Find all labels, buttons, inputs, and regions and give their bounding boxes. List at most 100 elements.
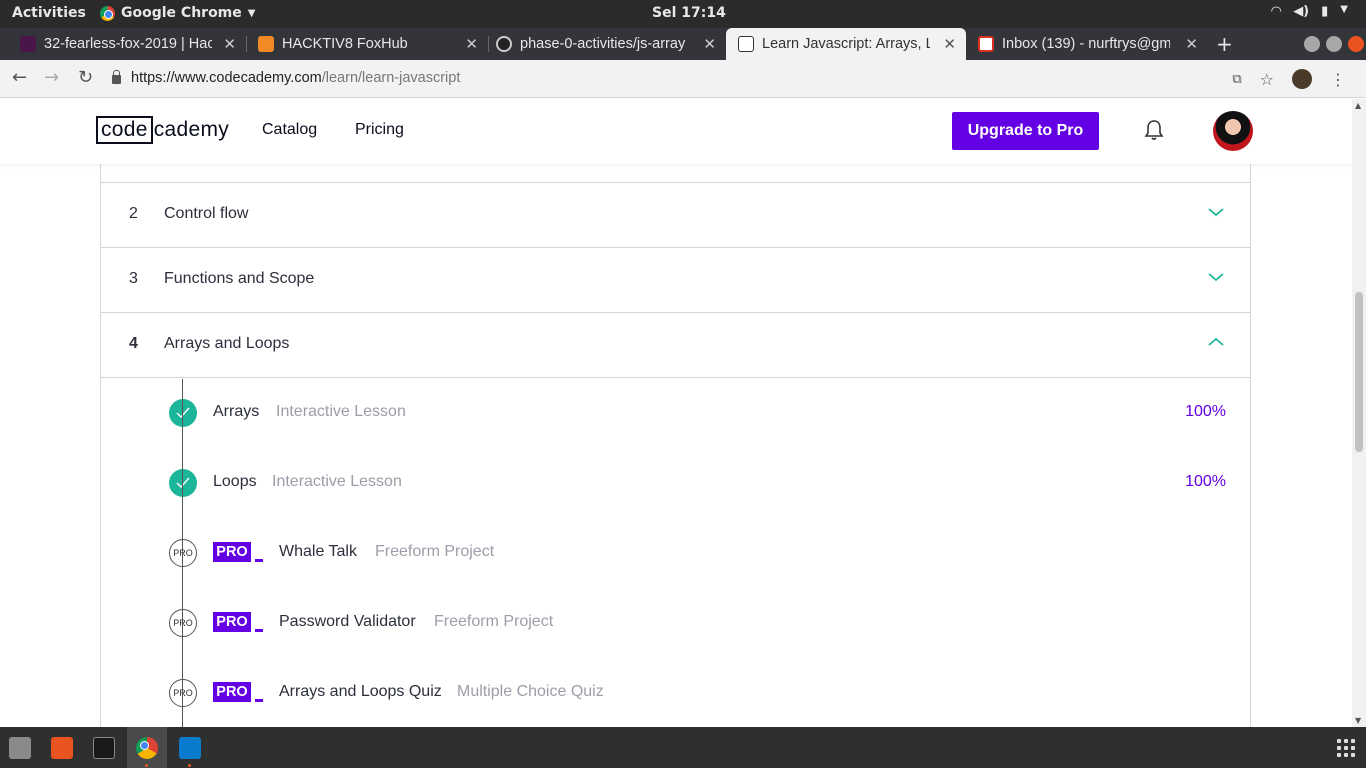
lock-icon: [112, 69, 121, 84]
maximize-button[interactable]: [1326, 36, 1342, 52]
lesson-arrays-loops-quiz[interactable]: PRO PRO Arrays and Loops Quiz Multiple C…: [101, 673, 1250, 713]
lesson-title: Arrays and Loops Quiz: [279, 683, 442, 700]
page-scrollbar[interactable]: ▲ ▼: [1352, 99, 1366, 727]
dock-software[interactable]: [42, 727, 82, 768]
close-icon[interactable]: ✕: [943, 35, 956, 53]
module-functions-and-scope[interactable]: 3 Functions and Scope: [101, 248, 1250, 313]
tab-title: phase-0-activities/js-array: [520, 36, 686, 52]
lesson-password-validator[interactable]: PRO PRO Password Validator Freeform Proj…: [101, 603, 1250, 643]
menu-icon[interactable]: ⋮: [1330, 70, 1346, 89]
vscode-icon: [179, 736, 201, 759]
app-name: Google Chrome: [121, 5, 242, 21]
user-avatar[interactable]: [1213, 111, 1253, 151]
lesson-whale-talk[interactable]: PRO PRO Whale Talk Freeform Project: [101, 533, 1250, 573]
close-icon[interactable]: ✕: [703, 35, 716, 53]
lesson-progress: 100%: [1185, 473, 1226, 490]
app-menu[interactable]: Google Chrome ▼: [100, 5, 255, 21]
check-icon: [169, 469, 197, 497]
module-title: Control flow: [164, 205, 249, 222]
fox-icon: [258, 36, 274, 52]
minimize-button[interactable]: [1304, 36, 1320, 52]
module-control-flow[interactable]: 2 Control flow: [101, 183, 1250, 248]
pro-badge: PRO: [213, 612, 263, 634]
pro-lock-icon: PRO: [169, 609, 197, 637]
dock-files[interactable]: [0, 727, 40, 768]
dock-vscode[interactable]: [170, 727, 210, 768]
chevron-up-icon[interactable]: [1208, 337, 1224, 347]
software-center-icon: [51, 736, 73, 759]
scrollbar-thumb[interactable]: [1355, 292, 1363, 452]
lesson-type: Interactive Lesson: [276, 403, 406, 420]
lesson-type: Freeform Project: [375, 543, 495, 560]
lesson-title: Arrays: [213, 403, 260, 420]
battery-icon: ▮: [1321, 4, 1329, 19]
chrome-icon: [100, 5, 115, 21]
page-viewport: code cademy Catalog Pricing Upgrade to Pr…: [0, 99, 1352, 727]
chevron-down-icon[interactable]: [1208, 272, 1224, 282]
codecademy-logo[interactable]: code cademy: [96, 116, 229, 144]
system-tray[interactable]: ◠ ◀) ▮ ▼: [1271, 4, 1348, 19]
module-title: Functions and Scope: [164, 270, 315, 287]
chevron-down-icon: ▼: [247, 7, 256, 19]
pro-badge: PRO: [213, 682, 263, 704]
files-icon: [9, 736, 31, 759]
dock-terminal[interactable]: [84, 727, 124, 768]
terminal-icon: [93, 736, 115, 759]
translate-icon[interactable]: ⧉: [1232, 72, 1241, 87]
reload-button[interactable]: ↻: [78, 67, 93, 88]
lesson-type: Multiple Choice Quiz: [457, 683, 604, 700]
site-header: code cademy Catalog Pricing Upgrade to Pr…: [0, 99, 1352, 164]
close-window-button[interactable]: [1348, 36, 1364, 52]
lesson-progress: 100%: [1185, 403, 1226, 420]
tab-foxhub[interactable]: HACKTIV8 FoxHub ✕: [238, 28, 488, 60]
close-icon[interactable]: ✕: [223, 35, 236, 53]
syllabus: 2 Control flow 3 Functions and Scope 4 A…: [100, 164, 1251, 727]
star-icon[interactable]: ☆: [1260, 70, 1274, 89]
codecademy-icon: [738, 36, 754, 52]
github-icon: [496, 36, 512, 52]
tab-title: Inbox (139) - nurftrys@gm: [1002, 36, 1170, 52]
url-field[interactable]: https://www.codecademy.com/learn/learn-j…: [112, 69, 461, 86]
tab-slack[interactable]: 32-fearless-fox-2019 | Hac ✕: [0, 28, 246, 60]
scroll-up-icon[interactable]: ▲: [1355, 101, 1361, 110]
nav-catalog[interactable]: Catalog: [262, 121, 317, 139]
dock-chrome[interactable]: [127, 727, 167, 768]
address-bar: ← → ↻ https://www.codecademy.com/learn/l…: [0, 60, 1366, 98]
chevron-down-icon: ▼: [1340, 4, 1348, 15]
clock[interactable]: Sel 17:14: [652, 5, 726, 21]
window-controls: [1304, 36, 1364, 52]
tab-strip: 32-fearless-fox-2019 | Hac ✕ HACKTIV8 Fo…: [0, 28, 1366, 60]
dock: [0, 727, 1366, 768]
tab-github[interactable]: phase-0-activities/js-array ✕: [476, 28, 726, 60]
url-path: /learn/learn-javascript: [321, 70, 461, 86]
volume-icon: ◀): [1293, 4, 1310, 19]
tab-title: HACKTIV8 FoxHub: [282, 36, 408, 52]
module-previous: [101, 164, 1250, 183]
forward-button[interactable]: →: [44, 67, 59, 88]
lesson-arrays[interactable]: Arrays Interactive Lesson 100%: [101, 393, 1250, 433]
scroll-down-icon[interactable]: ▼: [1355, 716, 1361, 725]
lesson-loops[interactable]: Loops Interactive Lesson 100%: [101, 463, 1250, 503]
lesson-type: Interactive Lesson: [272, 473, 402, 490]
lesson-title: Loops: [213, 473, 257, 490]
activities-button[interactable]: Activities: [12, 5, 86, 21]
back-button[interactable]: ←: [12, 67, 27, 88]
module-arrays-and-loops[interactable]: 4 Arrays and Loops: [101, 313, 1250, 378]
tab-codecademy[interactable]: Learn Javascript: Arrays, L ✕: [726, 28, 966, 60]
upgrade-button[interactable]: Upgrade to Pro: [952, 112, 1099, 150]
module-number: 4: [129, 335, 138, 352]
os-top-bar: Activities Google Chrome ▼ Sel 17:14 ◠ ◀…: [0, 0, 1366, 28]
profile-avatar[interactable]: [1292, 69, 1312, 89]
lesson-title: Password Validator: [279, 613, 416, 630]
show-applications-icon[interactable]: [1337, 739, 1355, 757]
pro-badge: PRO: [213, 542, 263, 564]
new-tab-button[interactable]: +: [1216, 32, 1233, 56]
tab-gmail[interactable]: Inbox (139) - nurftrys@gm ✕: [958, 28, 1208, 60]
module-title: Arrays and Loops: [164, 335, 290, 352]
lesson-timeline: [182, 379, 183, 727]
slack-icon: [20, 36, 36, 52]
bell-icon[interactable]: [1144, 119, 1164, 141]
nav-pricing[interactable]: Pricing: [355, 121, 404, 139]
close-icon[interactable]: ✕: [1185, 35, 1198, 53]
chevron-down-icon[interactable]: [1208, 207, 1224, 217]
